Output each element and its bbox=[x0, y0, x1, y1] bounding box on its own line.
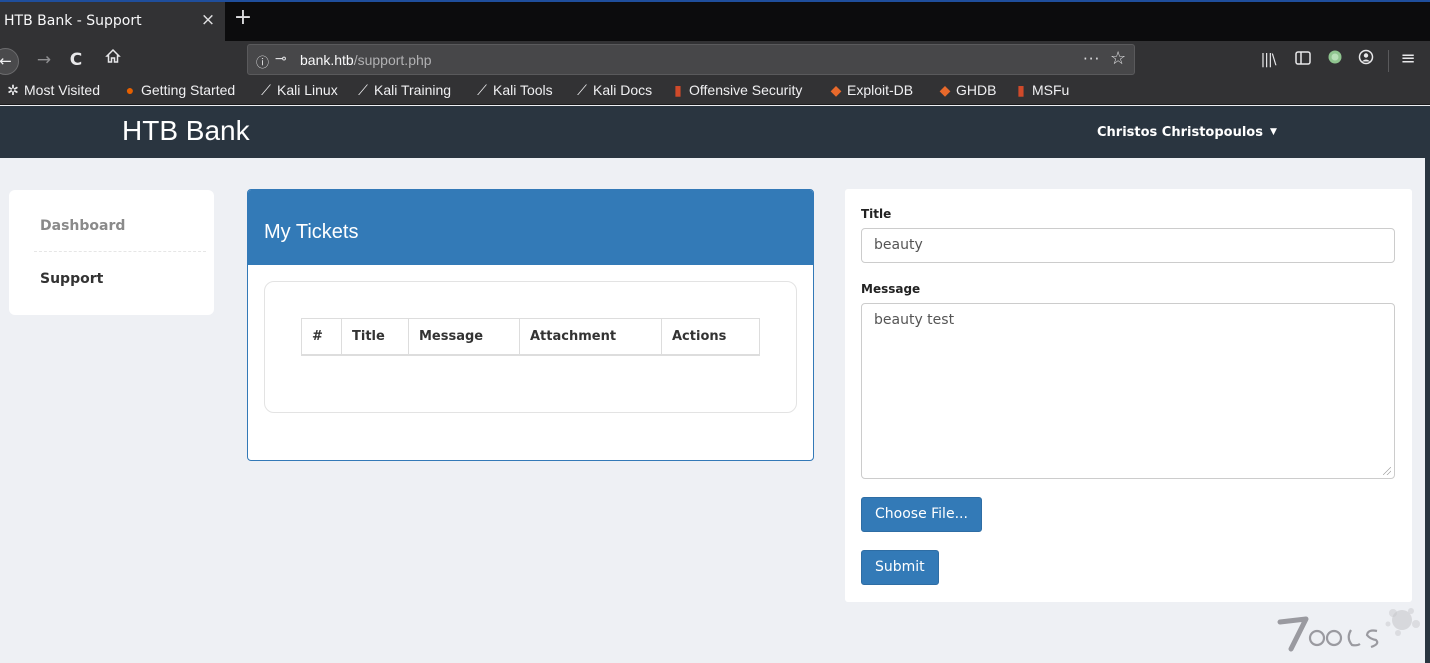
bookmark-label: Offensive Security bbox=[689, 82, 803, 98]
kali-dragon-icon: ⟋ bbox=[477, 82, 487, 98]
url-path: /support.php bbox=[353, 52, 432, 68]
bookmark-label: Getting Started bbox=[141, 82, 236, 98]
new-tab-icon[interactable]: + bbox=[231, 5, 255, 33]
gear-icon: ✲ bbox=[7, 82, 19, 98]
sidebar-item-support[interactable]: Support bbox=[40, 271, 103, 287]
info-icon[interactable]: ⓘ bbox=[256, 52, 269, 71]
tickets-panel: My Tickets # Title Message Attachment Ac… bbox=[247, 189, 814, 461]
library-icon[interactable]: |||\ bbox=[1258, 49, 1278, 71]
watermark-svg bbox=[1277, 608, 1420, 652]
toolbar-separator bbox=[1388, 50, 1389, 72]
offsec-icon: ▮ bbox=[674, 82, 682, 98]
sidebar-divider bbox=[34, 251, 206, 252]
forward-arrow-icon[interactable]: → bbox=[34, 49, 54, 71]
browser-tab-bar: HTB Bank - Support × + bbox=[0, 0, 1430, 41]
choose-file-button[interactable]: Choose File... bbox=[861, 497, 982, 532]
kali-dragon-icon: ⟋ bbox=[358, 82, 368, 98]
column-header-title: Title bbox=[341, 318, 409, 356]
column-header-actions: Actions bbox=[661, 318, 760, 356]
url-bar[interactable]: ⓘ ⊸ bank.htb/support.php ··· ☆ bbox=[247, 44, 1135, 75]
sidebar-toggle-svg bbox=[1295, 51, 1311, 65]
page-actions-icon[interactable]: ··· bbox=[1083, 50, 1100, 68]
sidebar-toggle-icon[interactable] bbox=[1293, 49, 1313, 71]
extension-status-icon[interactable] bbox=[1325, 49, 1345, 71]
tab-close-icon[interactable]: × bbox=[199, 10, 217, 32]
bookmark-exploit-db[interactable]: ◆ Exploit-DB bbox=[828, 82, 914, 102]
kali-dragon-icon: ⟋ bbox=[577, 82, 587, 98]
bookmark-label: GHDB bbox=[956, 82, 997, 98]
bookmark-label: Kali Tools bbox=[493, 82, 553, 98]
bookmark-star-icon[interactable]: ☆ bbox=[1110, 48, 1126, 69]
site-brand[interactable]: HTB Bank bbox=[122, 115, 250, 147]
message-text: beauty test bbox=[874, 312, 955, 328]
column-header-message: Message bbox=[408, 318, 520, 356]
bookmark-most-visited[interactable]: ✲ Most Visited bbox=[5, 82, 100, 102]
account-icon-svg bbox=[1358, 49, 1374, 65]
offsec-icon: ▮ bbox=[1017, 82, 1025, 98]
tab-title: HTB Bank - Support bbox=[4, 13, 142, 29]
bookmark-ghdb[interactable]: ◆ GHDB bbox=[937, 82, 997, 102]
message-label: Message bbox=[861, 282, 921, 296]
bookmark-getting-started[interactable]: ● Getting Started bbox=[122, 82, 235, 102]
bookmarks-toolbar: ✲ Most Visited ● Getting Started ⟋ Kali Lin… bbox=[0, 78, 1430, 105]
extension-status-svg bbox=[1328, 50, 1342, 64]
kali-dragon-icon: ⟋ bbox=[261, 82, 271, 98]
key-icon[interactable]: ⊸ bbox=[275, 51, 287, 67]
user-name: Christos Christopoulos bbox=[1097, 125, 1263, 140]
bookmark-label: Kali Linux bbox=[277, 82, 338, 98]
tickets-title: My Tickets bbox=[264, 221, 359, 243]
account-icon[interactable] bbox=[1356, 49, 1376, 71]
home-icon-svg bbox=[105, 48, 121, 63]
bookmark-kali-training[interactable]: ⟋ Kali Training bbox=[355, 82, 451, 102]
bookmark-label: Most Visited bbox=[24, 82, 100, 98]
bookmark-offensive-security[interactable]: ▮ Offensive Security bbox=[670, 82, 802, 102]
firefox-icon: ● bbox=[125, 82, 135, 98]
exploitdb-icon: ◆ bbox=[939, 82, 951, 98]
tickets-table-container: # Title Message Attachment Actions bbox=[264, 281, 797, 413]
exploitdb-icon: ◆ bbox=[830, 82, 842, 98]
title-label: Title bbox=[861, 207, 892, 221]
column-header-number: # bbox=[301, 318, 342, 356]
tools-watermark-logo bbox=[1272, 602, 1430, 663]
bookmark-label: Kali Docs bbox=[593, 82, 653, 98]
bookmark-msfu[interactable]: ▮ MSFu bbox=[1013, 82, 1069, 102]
home-icon[interactable] bbox=[102, 48, 124, 70]
bookmark-kali-docs[interactable]: ⟋ Kali Docs bbox=[574, 82, 652, 102]
caret-down-icon: ▼ bbox=[1269, 127, 1277, 137]
url-text[interactable]: bank.htb/support.php bbox=[300, 52, 432, 68]
tickets-table: # Title Message Attachment Actions bbox=[301, 318, 760, 356]
url-host: bank.htb bbox=[300, 52, 354, 68]
sidebar-item-dashboard[interactable]: Dashboard bbox=[40, 218, 125, 234]
user-menu-dropdown[interactable]: Christos Christopoulos ▼ bbox=[1097, 125, 1277, 140]
browser-tab-active[interactable]: HTB Bank - Support × bbox=[0, 2, 225, 41]
title-input[interactable]: beauty bbox=[861, 228, 1395, 263]
bookmark-kali-tools[interactable]: ⟋ Kali Tools bbox=[474, 82, 553, 102]
bookmark-kali-linux[interactable]: ⟋ Kali Linux bbox=[258, 82, 338, 102]
sidebar: Dashboard Support bbox=[9, 190, 214, 315]
new-ticket-form: Title beauty Message beauty test Choose … bbox=[845, 189, 1412, 602]
column-header-attachment: Attachment bbox=[519, 318, 662, 356]
bookmark-label: Kali Training bbox=[374, 82, 452, 98]
message-textarea[interactable]: beauty test bbox=[861, 303, 1395, 479]
tickets-panel-header: My Tickets bbox=[248, 190, 813, 265]
resize-handle-icon[interactable] bbox=[1383, 467, 1391, 475]
bookmark-label: MSFu bbox=[1032, 82, 1070, 98]
hamburger-menu-icon[interactable]: ≡ bbox=[1398, 48, 1418, 70]
window-right-edge bbox=[1425, 106, 1430, 663]
site-header: HTB Bank Christos Christopoulos ▼ bbox=[0, 106, 1430, 158]
reload-icon[interactable]: C bbox=[66, 49, 86, 71]
table-header-row: # Title Message Attachment Actions bbox=[301, 318, 760, 356]
bookmark-label: Exploit-DB bbox=[847, 82, 914, 98]
submit-button[interactable]: Submit bbox=[861, 550, 939, 585]
